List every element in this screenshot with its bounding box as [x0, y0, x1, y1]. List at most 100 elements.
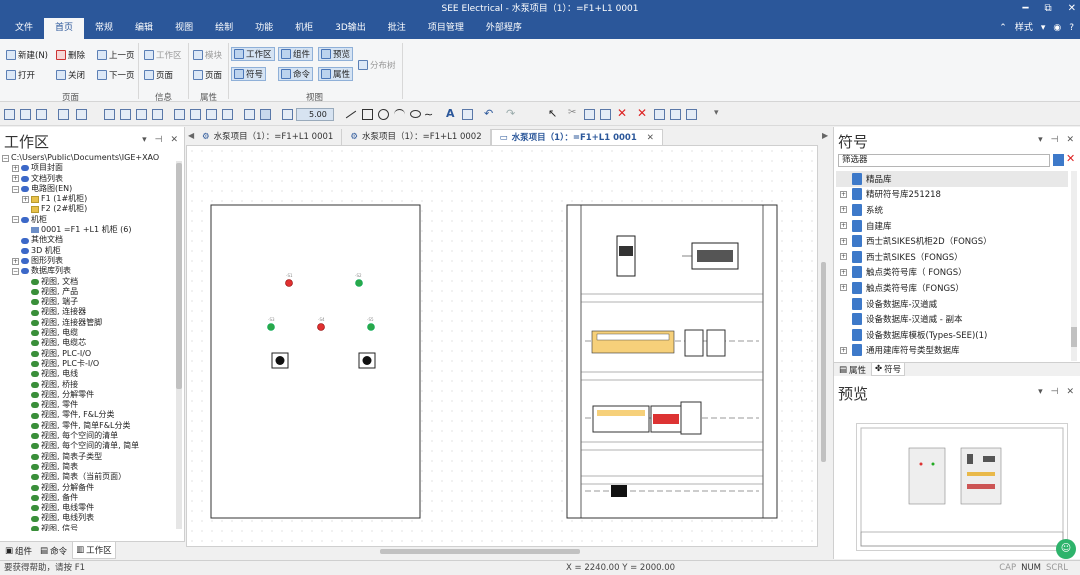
- tab-commands[interactable]: ▤ 命令: [37, 542, 70, 559]
- open-icon[interactable]: [36, 109, 47, 120]
- tab-external-programs[interactable]: 外部程序: [475, 18, 533, 39]
- tree-item[interactable]: + 文档列表: [2, 174, 174, 184]
- expand-toggle-icon[interactable]: +: [12, 257, 19, 265]
- expand-toggle-icon[interactable]: +: [840, 268, 847, 276]
- tree-item[interactable]: 视图, PLC卡-I/O: [2, 359, 174, 369]
- panel-close-icon[interactable]: ✕: [1066, 387, 1074, 397]
- cut-icon[interactable]: ✂: [568, 107, 576, 118]
- tree-item[interactable]: 视图, 分解备件: [2, 483, 174, 493]
- distribution-tree-button[interactable]: 分布树: [358, 58, 396, 72]
- expand-toggle-icon[interactable]: −: [12, 216, 19, 224]
- tab-draw[interactable]: 绘制: [204, 18, 244, 39]
- tab-symbols[interactable]: ✤ 符号: [871, 363, 906, 376]
- snap-icon[interactable]: [282, 109, 293, 120]
- filter-apply-icon[interactable]: [1053, 154, 1064, 166]
- help-icon[interactable]: ?: [1069, 18, 1074, 39]
- symbol-library-item[interactable]: + 西士凯SIKES（FONGS）: [836, 249, 1068, 265]
- symbol-library-item[interactable]: + 自建库: [836, 218, 1068, 234]
- toolbar-options-icon[interactable]: ▾: [714, 108, 719, 118]
- print-preview-icon[interactable]: [104, 109, 115, 120]
- symbol-library-item[interactable]: + 西士凯SIKES机柜2D（FONGS）: [836, 233, 1068, 249]
- symbol-library-item[interactable]: + 触点类符号库（ FONGS）: [836, 265, 1068, 281]
- symbol-library-item[interactable]: 设备数据库模板(Types-SEE)(1): [836, 327, 1068, 343]
- expand-toggle-icon[interactable]: +: [840, 253, 847, 261]
- export-icon[interactable]: [120, 109, 131, 120]
- tab-annotate[interactable]: 批注: [377, 18, 417, 39]
- delete-icon[interactable]: ✕: [617, 106, 627, 120]
- tree-item[interactable]: 0001 =F1 +L1 机柜 (6): [2, 225, 174, 235]
- circle-tool-icon[interactable]: [378, 109, 389, 120]
- symbol-library-item[interactable]: + 触点类符号库（FONGS）: [836, 280, 1068, 296]
- doc-tab-2[interactable]: ⚙ 水泵项目（1）：=F1+L1 0002: [342, 129, 491, 145]
- tree-item[interactable]: 视图, 零件, 简单F&L分类: [2, 421, 174, 431]
- symbol-library-item[interactable]: + 精研符号库251218: [836, 187, 1068, 203]
- expand-toggle-icon[interactable]: +: [840, 237, 847, 245]
- symbol-filter-input[interactable]: 筛选器: [838, 154, 1050, 167]
- tree-item[interactable]: 3D 机柜: [2, 246, 174, 256]
- curve-tool-icon[interactable]: ∼: [424, 108, 433, 121]
- theme-icon[interactable]: ◉: [1053, 18, 1061, 39]
- attr-page-button[interactable]: 页面: [193, 68, 222, 82]
- expand-toggle-icon[interactable]: +: [12, 175, 19, 183]
- expand-toggle-icon[interactable]: +: [840, 190, 847, 198]
- ellipse-tool-icon[interactable]: [410, 110, 421, 118]
- new-folder-icon[interactable]: [20, 109, 31, 120]
- tree-item[interactable]: 视图, 电线零件: [2, 503, 174, 513]
- panel-close-icon[interactable]: ✕: [170, 135, 178, 145]
- arc-tool-icon[interactable]: [394, 109, 405, 120]
- tree-item[interactable]: − 数据库列表: [2, 266, 174, 276]
- pin-icon[interactable]: ⊣: [1051, 387, 1059, 397]
- tree-item[interactable]: 视图, 连接器管脚: [2, 318, 174, 328]
- restore-button[interactable]: ⧉: [1044, 0, 1051, 18]
- distribute-icon[interactable]: [686, 109, 697, 120]
- previous-page-button[interactable]: 上一页: [97, 48, 135, 62]
- drawing-canvas[interactable]: -S1 -S2 -S3 -S4 -S5: [186, 145, 818, 547]
- tree-item[interactable]: 视图, 产品: [2, 287, 174, 297]
- close-tab-icon[interactable]: ✕: [647, 130, 654, 146]
- symbol-library-item[interactable]: 设备数据库-汉道威 - 副本: [836, 311, 1068, 327]
- next-page-button[interactable]: 下一页: [97, 68, 135, 82]
- workspace-scroll-thumb[interactable]: [176, 163, 182, 389]
- tree-item[interactable]: 视图, 每个空间的清单, 简单: [2, 441, 174, 451]
- close-button[interactable]: ✕: [1068, 0, 1076, 18]
- align-icon[interactable]: [670, 109, 681, 120]
- tab-cabinet[interactable]: 机柜: [284, 18, 324, 39]
- tab-view[interactable]: 视图: [164, 18, 204, 39]
- tab-file[interactable]: 文件: [4, 18, 44, 39]
- text-style-icon[interactable]: [462, 109, 473, 120]
- print-icon[interactable]: [76, 109, 87, 120]
- tab-general[interactable]: 常规: [84, 18, 124, 39]
- expand-toggle-icon[interactable]: −: [12, 185, 19, 193]
- rectangle-tool-icon[interactable]: [362, 109, 373, 120]
- zoom-in-icon[interactable]: [190, 109, 201, 120]
- tree-item[interactable]: 视图, 文档: [2, 277, 174, 287]
- tree-item[interactable]: 视图, 电线: [2, 369, 174, 379]
- tree-item[interactable]: 视图, PLC-I/O: [2, 349, 174, 359]
- canvas-vertical-thumb[interactable]: [821, 262, 826, 462]
- info-workspace-button[interactable]: 工作区: [144, 48, 182, 62]
- tab-scroll-left-icon[interactable]: ◀: [188, 131, 194, 140]
- tree-item[interactable]: + 图形列表: [2, 256, 174, 266]
- open-page-button[interactable]: 打开: [6, 68, 35, 82]
- symbol-library-item[interactable]: 精品库: [836, 171, 1068, 187]
- tree-item[interactable]: 视图, 电线列表: [2, 513, 174, 523]
- view-command-toggle[interactable]: 命令: [278, 67, 314, 81]
- module-button[interactable]: 模块: [193, 48, 222, 62]
- assistant-icon[interactable]: ☺: [1056, 539, 1076, 559]
- delete-page-button[interactable]: 删除: [56, 48, 85, 62]
- tree-item[interactable]: − 电路图(EN): [2, 184, 174, 194]
- pan-icon[interactable]: [222, 109, 233, 120]
- expand-toggle-icon[interactable]: +: [840, 222, 847, 230]
- tree-item[interactable]: − 机柜: [2, 215, 174, 225]
- tree-item[interactable]: 视图, 电缆芯: [2, 338, 174, 348]
- tree-item[interactable]: + 项目封面: [2, 163, 174, 173]
- symbol-library-item[interactable]: + 系统: [836, 202, 1068, 218]
- symbol-library-item[interactable]: + 通用建库符号类型数据库: [836, 343, 1068, 359]
- expand-toggle-icon[interactable]: +: [12, 164, 19, 172]
- connect-icon[interactable]: [654, 109, 665, 120]
- info-page-button[interactable]: 页面: [144, 68, 173, 82]
- filter-clear-icon[interactable]: ✕: [1066, 152, 1075, 165]
- expand-toggle-icon[interactable]: +: [840, 284, 847, 292]
- doc-tab-1[interactable]: ⚙ 水泵项目（1）：=F1+L1 0001: [194, 129, 343, 145]
- minimize-button[interactable]: ━: [1022, 0, 1028, 18]
